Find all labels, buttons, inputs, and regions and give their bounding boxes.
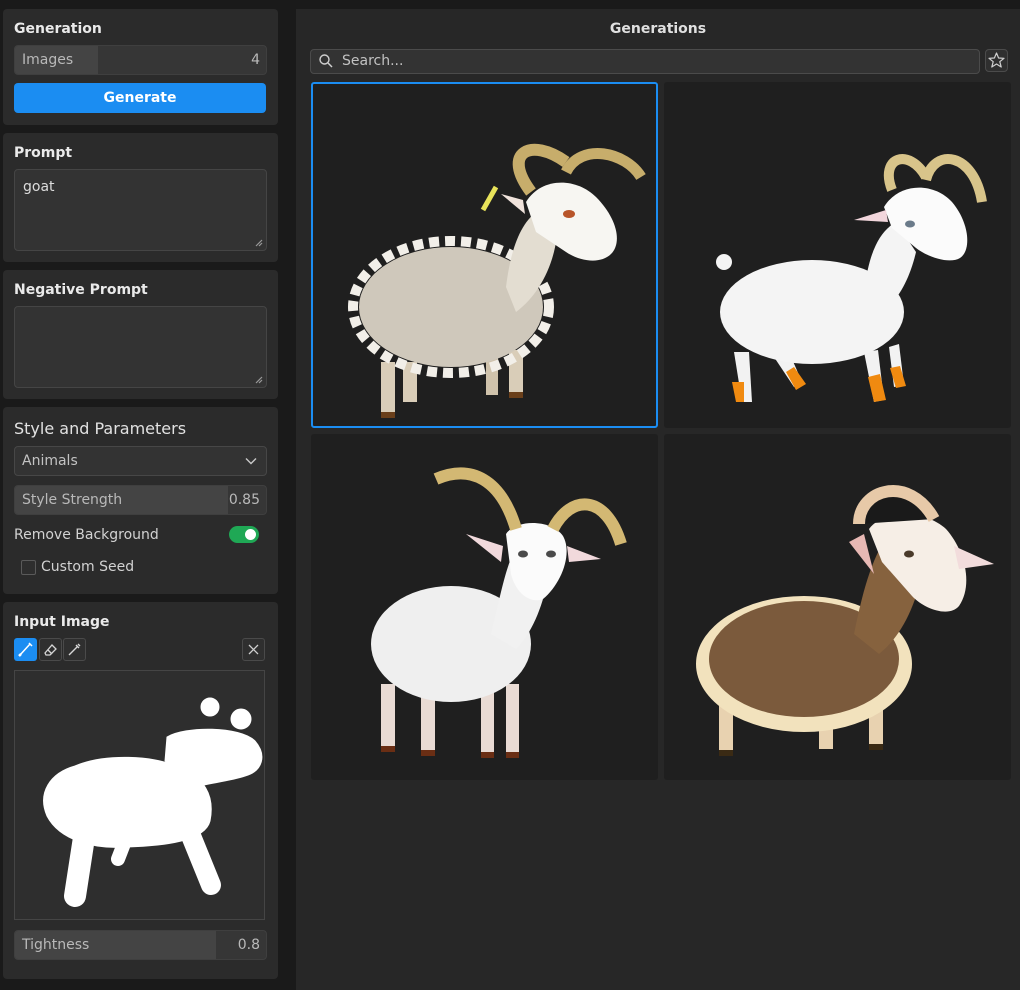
- negative-prompt-panel: Negative Prompt: [3, 270, 278, 399]
- eyedropper-tool-button[interactable]: [63, 638, 86, 661]
- generate-button[interactable]: Generate: [14, 83, 266, 113]
- eraser-tool-button[interactable]: [39, 638, 62, 661]
- negative-prompt-title: Negative Prompt: [14, 282, 148, 298]
- resize-handle-icon[interactable]: [253, 374, 263, 384]
- star-icon: [988, 52, 1005, 68]
- generation-card-4[interactable]: [664, 434, 1011, 780]
- input-image-canvas[interactable]: [14, 670, 265, 920]
- input-image-title: Input Image: [14, 614, 110, 630]
- search-icon: [319, 54, 333, 68]
- eyedropper-icon: [68, 643, 81, 656]
- input-image-panel: Input Image Tightness 0.8: [3, 602, 278, 979]
- brush-icon: [18, 642, 33, 657]
- close-icon: [248, 644, 259, 655]
- style-strength-slider[interactable]: Style Strength 0.85: [14, 485, 267, 515]
- custom-seed-checkbox[interactable]: [21, 560, 36, 575]
- generation-panel: Generation Images 4 Generate: [3, 9, 278, 125]
- generation-card-1[interactable]: [311, 82, 658, 428]
- style-panel: Style and Parameters Animals Style Stren…: [3, 407, 278, 594]
- style-title: Style and Parameters: [14, 419, 187, 438]
- generation-card-3[interactable]: [311, 434, 658, 780]
- style-select-value: Animals: [22, 453, 78, 469]
- generated-goat-image: [348, 143, 646, 418]
- generations-panel: Generations Search...: [296, 9, 1020, 990]
- negative-prompt-input[interactable]: [14, 306, 267, 388]
- style-strength-value: 0.85: [228, 492, 260, 508]
- images-label: Images: [22, 52, 74, 68]
- images-value: 4: [251, 52, 260, 68]
- search-bar[interactable]: Search...: [310, 49, 980, 74]
- generated-goat-image: [716, 154, 987, 402]
- generation-card-2[interactable]: [664, 82, 1011, 428]
- prompt-text: goat: [23, 179, 55, 195]
- mask-drawing: [43, 697, 263, 907]
- remove-background-toggle[interactable]: [229, 526, 259, 543]
- chevron-down-icon: [245, 458, 257, 465]
- resize-handle-icon[interactable]: [253, 237, 263, 247]
- search-input-text: Search...: [342, 53, 404, 69]
- generated-goat-image: [696, 485, 994, 756]
- favorites-button[interactable]: [985, 49, 1008, 72]
- eraser-icon: [44, 644, 57, 656]
- custom-seed-label: Custom Seed: [41, 559, 135, 575]
- clear-image-button[interactable]: [242, 638, 265, 661]
- toggle-knob: [245, 529, 256, 540]
- generated-goat-image: [371, 467, 627, 758]
- images-slider[interactable]: Images 4: [14, 45, 267, 75]
- prompt-title: Prompt: [14, 145, 73, 161]
- tightness-value: 0.8: [237, 937, 260, 953]
- prompt-input[interactable]: goat: [14, 169, 267, 251]
- style-select[interactable]: Animals: [14, 446, 267, 476]
- style-strength-label: Style Strength: [22, 492, 123, 508]
- prompt-panel: Prompt goat: [3, 133, 278, 262]
- tightness-slider[interactable]: Tightness 0.8: [14, 930, 267, 960]
- generate-button-label: Generate: [103, 90, 177, 106]
- remove-background-label: Remove Background: [14, 527, 159, 543]
- generation-title: Generation: [14, 21, 102, 37]
- generations-title: Generations: [609, 21, 707, 37]
- tightness-label: Tightness: [22, 937, 90, 953]
- brush-tool-button[interactable]: [14, 638, 37, 661]
